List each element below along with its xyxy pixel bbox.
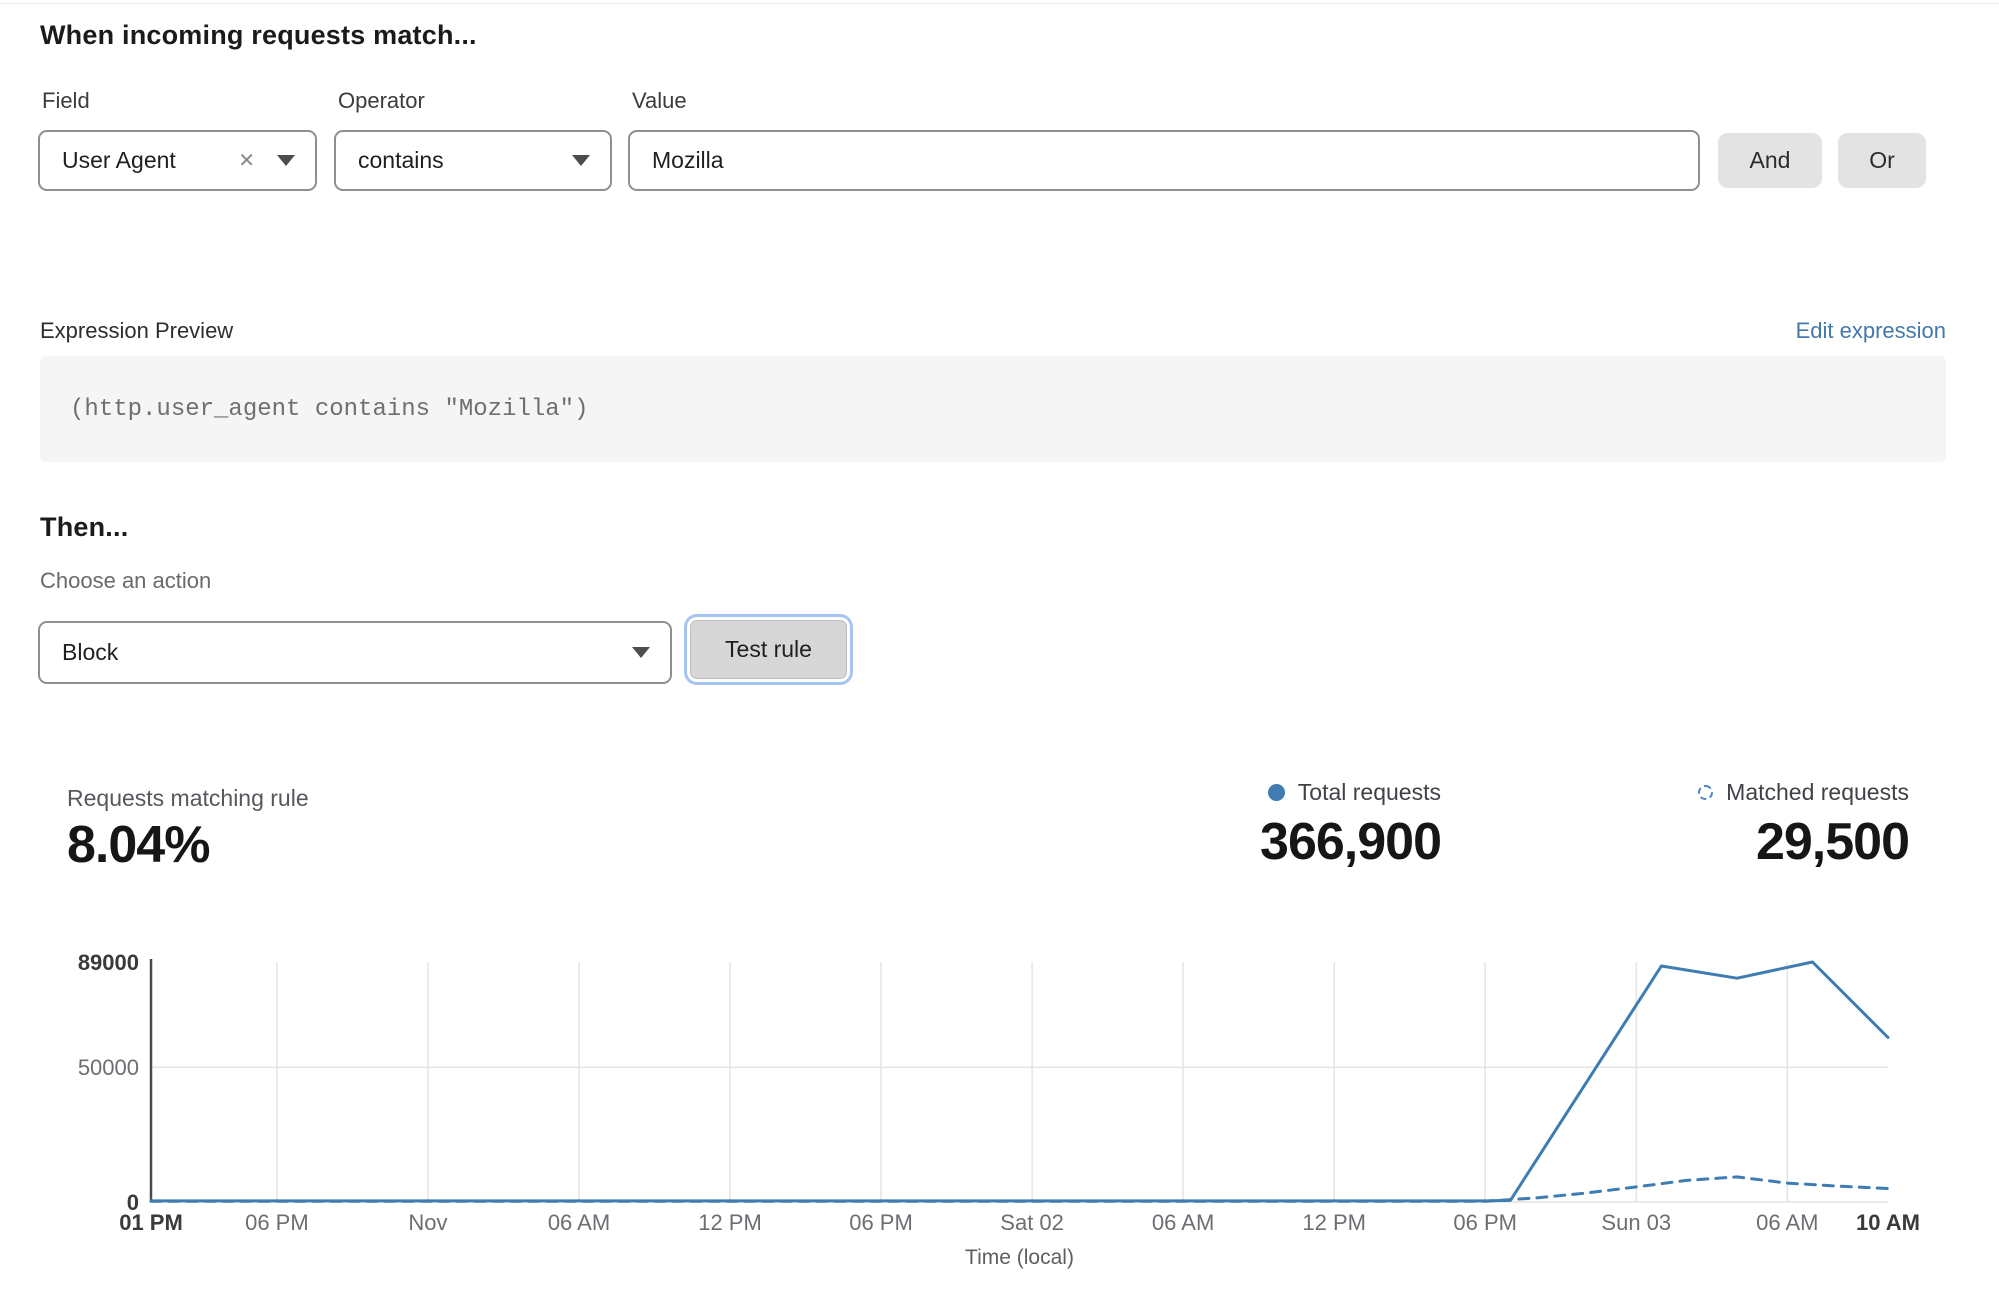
matched-requests-label: Matched requests [1726,779,1909,806]
action-select[interactable]: Block [38,621,672,684]
operator-select-value: contains [358,147,572,174]
total-requests-dot-icon [1268,784,1285,801]
svg-text:Sat 02: Sat 02 [1000,1210,1064,1235]
test-rule-focus-ring: Test rule [684,614,853,685]
requests-chart: 0500008900001 PM06 PMNov06 AM12 PM06 PMS… [0,940,1999,1295]
svg-text:89000: 89000 [78,950,139,975]
field-label: Field [42,88,90,114]
chevron-down-icon [572,155,590,166]
action-select-value: Block [62,639,632,666]
value-input[interactable] [628,130,1700,191]
svg-text:06 PM: 06 PM [245,1210,309,1235]
requests-matching-value: 8.04% [67,815,209,875]
top-divider [0,3,1999,4]
field-select-value: User Agent [62,147,238,174]
chevron-down-icon [632,647,650,658]
svg-text:06 PM: 06 PM [849,1210,913,1235]
operator-label: Operator [338,88,425,114]
total-requests-block: Total requests 366,900 [1260,779,1441,872]
remove-field-icon[interactable]: ✕ [238,148,255,173]
total-requests-label: Total requests [1298,779,1441,806]
svg-text:Sun 03: Sun 03 [1601,1210,1671,1235]
svg-text:Time (local): Time (local) [965,1246,1074,1269]
svg-text:06 PM: 06 PM [1453,1210,1517,1235]
or-button[interactable]: Or [1838,133,1926,188]
svg-text:Nov: Nov [408,1210,447,1235]
svg-text:06 AM: 06 AM [1152,1210,1214,1235]
page-title: When incoming requests match... [40,20,477,51]
svg-text:10 AM: 10 AM [1856,1210,1920,1235]
then-title: Then... [40,512,128,543]
svg-text:50000: 50000 [78,1055,139,1080]
expression-preview-label: Expression Preview [40,318,233,344]
value-label: Value [632,88,687,114]
total-requests-value: 366,900 [1260,812,1441,872]
svg-text:06 AM: 06 AM [1756,1210,1818,1235]
edit-expression-link[interactable]: Edit expression [1796,318,1946,344]
svg-text:12 PM: 12 PM [1302,1210,1366,1235]
expression-code: (http.user_agent contains "Mozilla") [70,396,588,423]
and-button[interactable]: And [1718,133,1822,188]
choose-action-label: Choose an action [40,568,211,594]
matched-requests-block: Matched requests 29,500 [1698,779,1909,872]
test-rule-button[interactable]: Test rule [690,620,847,679]
expression-code-box: (http.user_agent contains "Mozilla") [40,356,1946,462]
requests-matching-label: Requests matching rule [67,785,309,812]
matched-requests-dashed-circle-icon [1698,785,1713,800]
chevron-down-icon [277,155,295,166]
svg-text:12 PM: 12 PM [698,1210,762,1235]
svg-text:01 PM: 01 PM [119,1210,183,1235]
matched-requests-value: 29,500 [1698,812,1909,872]
svg-text:06 AM: 06 AM [548,1210,610,1235]
field-select[interactable]: User Agent ✕ [38,130,317,191]
operator-select[interactable]: contains [334,130,612,191]
